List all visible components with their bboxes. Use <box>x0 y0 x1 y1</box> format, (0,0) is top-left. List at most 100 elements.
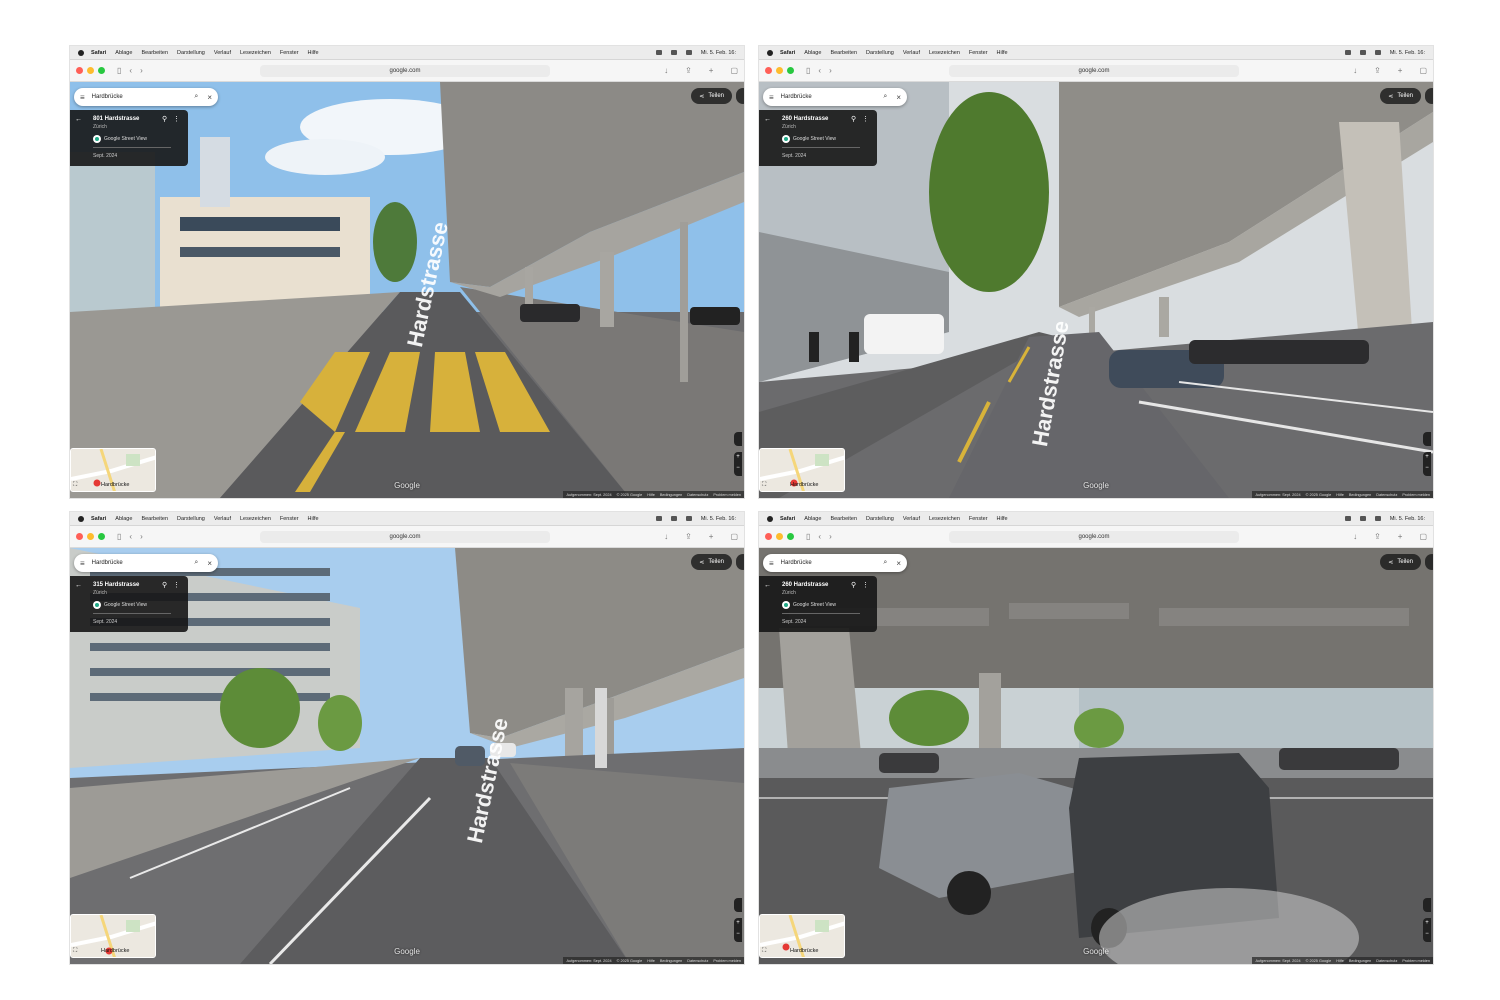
footer-report-link[interactable]: Problem melden <box>1402 959 1430 963</box>
forward-icon[interactable]: › <box>140 66 143 75</box>
share-sheet-icon[interactable]: ⇪ <box>685 66 692 75</box>
footer-help-link[interactable]: Hilfe <box>1336 493 1344 497</box>
footer-privacy-link[interactable]: Datenschutz <box>687 493 708 497</box>
menubar-clock[interactable]: Mi. 5. Feb. 16: <box>701 516 736 522</box>
forward-icon[interactable]: › <box>829 66 832 75</box>
compass-control[interactable] <box>1423 432 1431 446</box>
new-tab-icon[interactable]: + <box>1398 66 1403 75</box>
hamburger-icon[interactable]: ≡ <box>769 559 774 568</box>
zoom-control[interactable]: + − <box>734 452 742 476</box>
share-button[interactable]: ⋖ Teilen <box>691 88 732 104</box>
footer-privacy-link[interactable]: Datenschutz <box>687 959 708 963</box>
menu-hilfe[interactable]: Hilfe <box>308 516 319 522</box>
close-icon[interactable]: × <box>896 559 901 568</box>
wifi-icon[interactable] <box>655 516 662 521</box>
hamburger-icon[interactable]: ≡ <box>769 93 774 102</box>
fullscreen-window-button[interactable] <box>98 67 105 74</box>
close-window-button[interactable] <box>765 533 772 540</box>
menu-safari[interactable]: Safari <box>91 516 106 522</box>
maps-search-box[interactable]: ≡ Hardbrücke ⌕ × <box>763 554 907 572</box>
collapse-button[interactable] <box>1425 88 1433 104</box>
minimap[interactable]: Hardbrücke ⛶ <box>70 914 156 958</box>
menu-ablage[interactable]: Ablage <box>115 516 132 522</box>
search-query[interactable]: Hardbrücke <box>781 94 884 100</box>
share-sheet-icon[interactable]: ⇪ <box>1374 66 1381 75</box>
menu-hilfe[interactable]: Hilfe <box>308 50 319 56</box>
menu-darstellung[interactable]: Darstellung <box>177 50 205 56</box>
search-query[interactable]: Hardbrücke <box>781 560 884 566</box>
zoom-control[interactable]: + − <box>734 918 742 942</box>
minimap[interactable]: Hardbrücke ⛶ <box>759 914 845 958</box>
menu-lesezeichen[interactable]: Lesezeichen <box>929 50 960 56</box>
zoom-in-icon[interactable]: + <box>1425 920 1429 926</box>
back-icon[interactable]: ‹ <box>129 66 132 75</box>
expand-icon[interactable]: ⛶ <box>762 482 766 489</box>
menu-darstellung[interactable]: Darstellung <box>177 516 205 522</box>
menubar-clock[interactable]: Mi. 5. Feb. 16: <box>1390 516 1425 522</box>
menu-fenster[interactable]: Fenster <box>969 516 988 522</box>
address-bar[interactable]: google.com <box>260 65 550 77</box>
download-icon[interactable]: ↓ <box>1353 66 1357 75</box>
kebab-icon[interactable]: ⋮ <box>862 581 869 589</box>
footer-privacy-link[interactable]: Datenschutz <box>1376 493 1397 497</box>
search-icon[interactable]: ⌕ <box>883 559 887 567</box>
menu-verlauf[interactable]: Verlauf <box>214 516 231 522</box>
download-icon[interactable]: ↓ <box>664 532 668 541</box>
search-icon[interactable]: ⌕ <box>883 93 887 101</box>
collapse-button[interactable] <box>736 554 744 570</box>
collapse-button[interactable] <box>736 88 744 104</box>
location-pin-icon[interactable]: ⚲ <box>162 581 167 589</box>
footer-terms-link[interactable]: Bedingungen <box>1349 959 1371 963</box>
new-tab-icon[interactable]: + <box>709 532 714 541</box>
menu-ablage[interactable]: Ablage <box>804 516 821 522</box>
share-button[interactable]: ⋖ Teilen <box>1380 88 1421 104</box>
kebab-icon[interactable]: ⋮ <box>173 581 180 589</box>
minimap[interactable]: Hardbrücke ⛶ <box>759 448 845 492</box>
search-icon[interactable]: ⌕ <box>194 93 198 101</box>
kebab-icon[interactable]: ⋮ <box>173 115 180 123</box>
wifi-icon[interactable] <box>1344 50 1351 55</box>
close-icon[interactable]: × <box>207 559 212 568</box>
close-icon[interactable]: × <box>896 93 901 102</box>
footer-report-link[interactable]: Problem melden <box>713 493 741 497</box>
menu-lesezeichen[interactable]: Lesezeichen <box>929 516 960 522</box>
share-sheet-icon[interactable]: ⇪ <box>685 532 692 541</box>
share-button[interactable]: ⋖ Teilen <box>1380 554 1421 570</box>
compass-control[interactable] <box>734 898 742 912</box>
hamburger-icon[interactable]: ≡ <box>80 559 85 568</box>
zoom-control[interactable]: + − <box>1423 918 1431 942</box>
expand-icon[interactable]: ⛶ <box>73 948 77 955</box>
menu-lesezeichen[interactable]: Lesezeichen <box>240 516 271 522</box>
menu-verlauf[interactable]: Verlauf <box>903 516 920 522</box>
share-button[interactable]: ⋖ Teilen <box>691 554 732 570</box>
menu-bearbeiten[interactable]: Bearbeiten <box>830 50 857 56</box>
menu-darstellung[interactable]: Darstellung <box>866 516 894 522</box>
spotlight-icon[interactable] <box>685 50 692 55</box>
back-arrow-icon[interactable]: ← <box>75 116 82 123</box>
footer-terms-link[interactable]: Bedingungen <box>660 493 682 497</box>
menu-ablage[interactable]: Ablage <box>804 50 821 56</box>
sidebar-icon[interactable]: ▯ <box>117 532 121 541</box>
search-query[interactable]: Hardbrücke <box>92 94 195 100</box>
menu-bearbeiten[interactable]: Bearbeiten <box>830 516 857 522</box>
share-sheet-icon[interactable]: ⇪ <box>1374 532 1381 541</box>
footer-terms-link[interactable]: Bedingungen <box>1349 493 1371 497</box>
footer-help-link[interactable]: Hilfe <box>647 493 655 497</box>
close-window-button[interactable] <box>76 67 83 74</box>
fullscreen-window-button[interactable] <box>98 533 105 540</box>
street-view-canvas[interactable]: Hardstrasse ≡ Hardbrücke ⌕ × ← 315 Hards… <box>70 548 744 964</box>
spotlight-icon[interactable] <box>1374 516 1381 521</box>
search-icon[interactable]: ⌕ <box>194 559 198 567</box>
footer-terms-link[interactable]: Bedingungen <box>660 959 682 963</box>
footer-help-link[interactable]: Hilfe <box>1336 959 1344 963</box>
battery-icon[interactable] <box>670 516 677 521</box>
maps-search-box[interactable]: ≡ Hardbrücke ⌕ × <box>763 88 907 106</box>
address-bar[interactable]: google.com <box>260 531 550 543</box>
back-icon[interactable]: ‹ <box>818 532 821 541</box>
location-pin-icon[interactable]: ⚲ <box>851 581 856 589</box>
apple-icon[interactable] <box>767 515 773 522</box>
expand-icon[interactable]: ⛶ <box>73 482 77 489</box>
menubar-clock[interactable]: Mi. 5. Feb. 16: <box>1390 50 1425 56</box>
compass-control[interactable] <box>734 432 742 446</box>
new-tab-icon[interactable]: + <box>1398 532 1403 541</box>
